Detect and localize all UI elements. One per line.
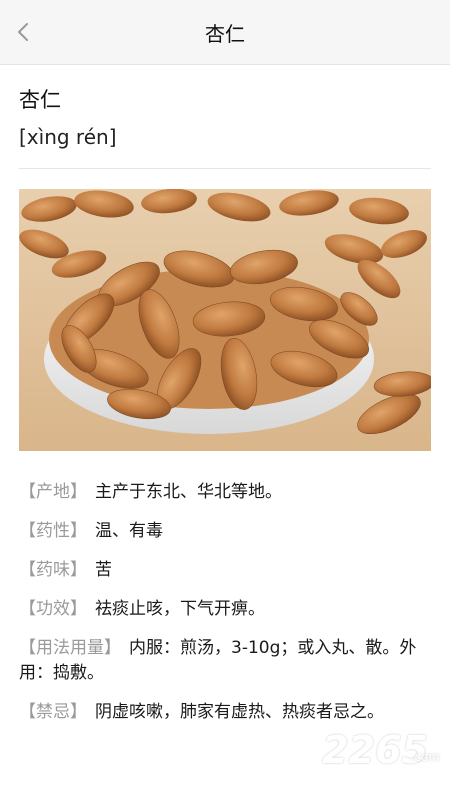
property-value: 温、有毒 [95, 521, 163, 541]
property-value: 主产于东北、华北等地。 [95, 482, 282, 502]
herb-pinyin: [xìng rén] [19, 125, 117, 149]
property-label: 【禁忌】 [19, 702, 87, 722]
almonds-photo [19, 189, 431, 451]
property-label: 【药味】 [19, 560, 87, 580]
top-nav-bar: 杏仁 [0, 0, 450, 65]
herb-properties: 【产地】 主产于东北、华北等地。 【药性】 温、有毒 【药味】苦 【功效】 祛痰止咳，… [19, 480, 431, 739]
herb-name: 杏仁 [19, 88, 61, 112]
site-watermark-sub: .com [410, 750, 440, 764]
property-value: 祛痰止咳，下气开痹。 [95, 599, 265, 619]
property-contraindications: 【禁忌】 阴虚咳嗽，肺家有虚热、热痰者忌之。 [19, 700, 431, 725]
property-origin: 【产地】 主产于东北、华北等地。 [19, 480, 431, 505]
property-value: 阴虚咳嗽，肺家有虚热、热痰者忌之。 [95, 702, 384, 722]
property-label: 【用法用量】 [19, 638, 121, 658]
property-label: 【药性】 [19, 521, 87, 541]
herb-photo [19, 189, 431, 451]
property-value: 苦 [95, 560, 112, 580]
divider [19, 168, 431, 169]
page-title: 杏仁 [205, 22, 245, 46]
property-label: 【产地】 [19, 482, 87, 502]
property-label: 【功效】 [19, 599, 87, 619]
property-taste: 【药味】苦 [19, 558, 431, 583]
property-effects: 【功效】 祛痰止咳，下气开痹。 [19, 597, 431, 622]
property-usage: 【用法用量】 内服：煎汤，3-10g；或入丸、散。外用：捣敷。 [19, 636, 431, 686]
property-nature: 【药性】 温、有毒 [19, 519, 431, 544]
